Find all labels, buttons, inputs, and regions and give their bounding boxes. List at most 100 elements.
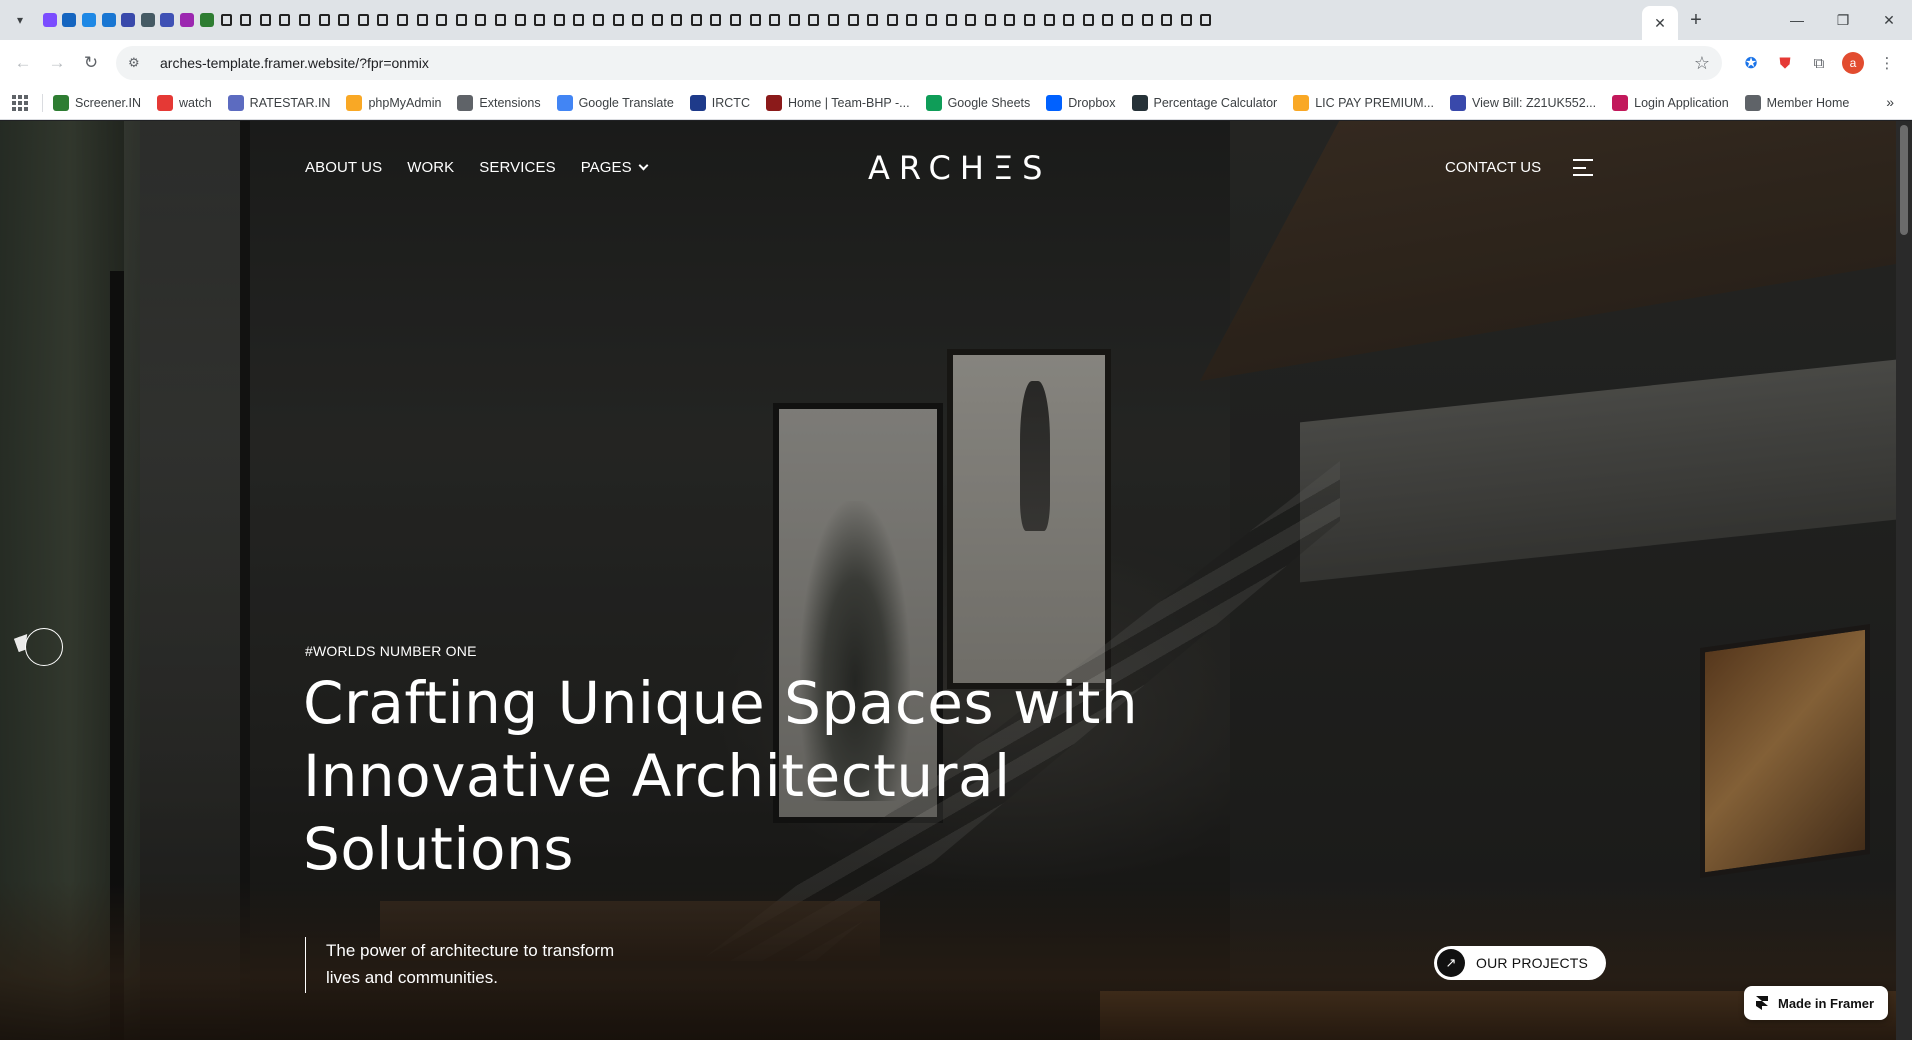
close-window-button[interactable]: ✕ <box>1866 0 1912 40</box>
our-projects-button[interactable]: ↗ OUR PROJECTS <box>1434 946 1607 980</box>
browser-tab[interactable] <box>393 4 413 36</box>
browser-tab[interactable] <box>863 4 883 36</box>
browser-tab[interactable] <box>1059 4 1079 36</box>
bookmark-item[interactable]: Home | Team-BHP -... <box>765 94 910 111</box>
bookmark-item[interactable]: Dropbox <box>1046 94 1116 111</box>
browser-tab[interactable] <box>40 4 60 36</box>
active-tab-close-icon[interactable]: ✕ <box>1642 6 1678 40</box>
nav-about-us[interactable]: ABOUT US <box>305 159 382 176</box>
profile-avatar[interactable]: a <box>1836 46 1870 80</box>
browser-tab[interactable] <box>236 4 256 36</box>
bookmark-item[interactable]: Member Home <box>1744 94 1849 111</box>
browser-tab[interactable] <box>1078 4 1098 36</box>
browser-tab[interactable] <box>589 4 609 36</box>
browser-tab[interactable] <box>843 4 863 36</box>
browser-tab[interactable] <box>412 4 432 36</box>
bookmark-item[interactable]: Screener.IN <box>53 94 141 111</box>
browser-tab[interactable] <box>138 4 158 36</box>
reload-button[interactable]: ↻ <box>76 48 106 78</box>
browser-tab[interactable] <box>1118 4 1138 36</box>
extension-shield-icon[interactable]: ⛊ <box>1768 46 1802 80</box>
browser-tab[interactable] <box>216 4 236 36</box>
extensions-puzzle-icon[interactable]: ⧉ <box>1802 46 1836 80</box>
page-scrollbar[interactable] <box>1896 121 1912 1040</box>
browser-tab[interactable] <box>275 4 295 36</box>
browser-tab[interactable] <box>1098 4 1118 36</box>
browser-tab[interactable] <box>354 4 374 36</box>
new-tab-button[interactable]: + <box>1678 0 1714 40</box>
minimize-button[interactable]: — <box>1774 0 1820 40</box>
browser-tab[interactable] <box>158 4 178 36</box>
browser-tab[interactable] <box>334 4 354 36</box>
browser-menu-icon[interactable]: ⋮ <box>1870 46 1904 80</box>
browser-tab[interactable] <box>510 4 530 36</box>
browser-tab[interactable] <box>804 4 824 36</box>
site-info-icon[interactable]: ⚙ <box>128 55 148 71</box>
bookmark-item[interactable]: watch <box>157 94 212 111</box>
bookmark-item[interactable]: Google Sheets <box>925 94 1030 111</box>
browser-tab[interactable] <box>451 4 471 36</box>
bookmark-item[interactable]: Extensions <box>457 94 541 111</box>
nav-work[interactable]: WORK <box>407 159 454 176</box>
browser-tab[interactable] <box>197 4 217 36</box>
browser-tab[interactable] <box>706 4 726 36</box>
back-button[interactable]: ← <box>8 48 38 78</box>
url-text[interactable]: arches-template.framer.website/?fpr=onmi… <box>160 55 429 71</box>
browser-tab[interactable] <box>608 4 628 36</box>
nav-pages-dropdown[interactable]: PAGES <box>581 159 649 176</box>
site-logo[interactable]: ARCHΞS <box>868 149 1051 187</box>
nav-services[interactable]: SERVICES <box>479 159 555 176</box>
browser-tab[interactable] <box>785 4 805 36</box>
browser-tab[interactable] <box>177 4 197 36</box>
scrollbar-thumb[interactable] <box>1900 125 1908 235</box>
bookmark-item[interactable]: LIC PAY PREMIUM... <box>1293 94 1434 111</box>
bookmark-item[interactable]: RATESTAR.IN <box>227 94 330 111</box>
browser-tab[interactable] <box>491 4 511 36</box>
browser-tab[interactable] <box>628 4 648 36</box>
bookmark-item[interactable]: View Bill: Z21UK552... <box>1449 94 1596 111</box>
bookmark-item[interactable]: Google Translate <box>556 94 674 111</box>
made-in-framer-badge[interactable]: Made in Framer <box>1744 986 1889 1020</box>
browser-tab[interactable] <box>295 4 315 36</box>
browser-tab[interactable] <box>941 4 961 36</box>
browser-tab[interactable] <box>530 4 550 36</box>
browser-tab[interactable] <box>667 4 687 36</box>
bookmark-item[interactable]: IRCTC <box>689 94 750 111</box>
browser-tab[interactable] <box>569 4 589 36</box>
browser-tab[interactable] <box>1039 4 1059 36</box>
browser-tab[interactable] <box>314 4 334 36</box>
browser-tab[interactable] <box>883 4 903 36</box>
restore-button[interactable]: ❐ <box>1820 0 1866 40</box>
browser-tab[interactable] <box>745 4 765 36</box>
browser-tab[interactable] <box>824 4 844 36</box>
tab-search-icon[interactable]: ▾ <box>0 0 40 40</box>
bookmark-item[interactable]: phpMyAdmin <box>346 94 441 111</box>
browser-tab[interactable] <box>99 4 119 36</box>
more-bookmarks-icon[interactable]: » <box>1886 94 1894 110</box>
browser-tab[interactable] <box>765 4 785 36</box>
browser-tab[interactable] <box>471 4 491 36</box>
apps-grid-icon[interactable] <box>12 94 28 111</box>
bookmark-star-icon[interactable]: ☆ <box>1694 53 1710 74</box>
browser-tab[interactable] <box>79 4 99 36</box>
browser-tab[interactable] <box>1000 4 1020 36</box>
browser-tab[interactable] <box>961 4 981 36</box>
hamburger-menu-icon[interactable] <box>1573 159 1593 176</box>
bookmark-item[interactable]: Login Application <box>1612 94 1729 111</box>
browser-tab[interactable] <box>981 4 1001 36</box>
browser-tab[interactable] <box>1176 4 1196 36</box>
browser-tab[interactable] <box>1137 4 1157 36</box>
browser-tab[interactable] <box>1020 4 1040 36</box>
extension-globe-icon[interactable]: ✪ <box>1734 46 1768 80</box>
browser-tab[interactable] <box>1196 4 1216 36</box>
bookmark-item[interactable]: Percentage Calculator <box>1131 94 1277 111</box>
browser-tab[interactable] <box>60 4 80 36</box>
browser-tab[interactable] <box>687 4 707 36</box>
browser-tab[interactable] <box>373 4 393 36</box>
browser-tab[interactable] <box>1157 4 1177 36</box>
address-bar[interactable]: ⚙ arches-template.framer.website/?fpr=on… <box>116 46 1722 80</box>
browser-tab[interactable] <box>726 4 746 36</box>
browser-tab[interactable] <box>432 4 452 36</box>
forward-button[interactable]: → <box>42 48 72 78</box>
browser-tab[interactable] <box>118 4 138 36</box>
